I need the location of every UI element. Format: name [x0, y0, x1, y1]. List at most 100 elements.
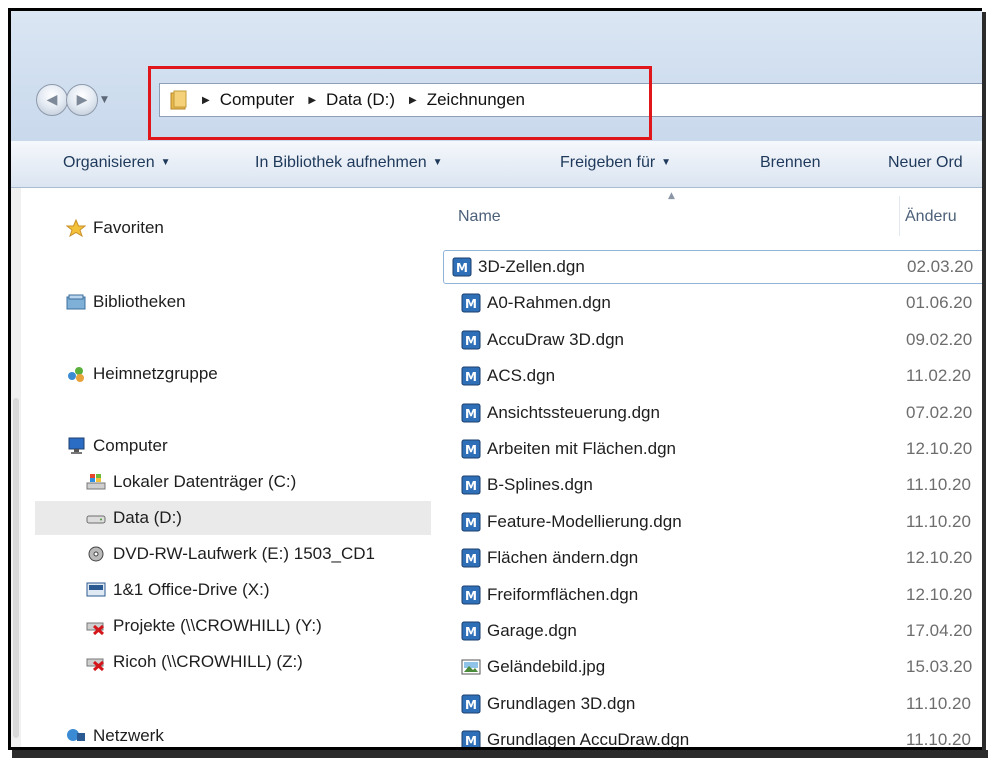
network-icon	[67, 729, 85, 741]
file-row[interactable]: M Garage.dgn 17.04.20	[453, 614, 982, 648]
network-drive-icon	[86, 582, 106, 597]
svg-text:M: M	[465, 443, 477, 457]
navigation-pane: Favoriten Bibliotheken Heimnetzgruppe Co…	[11, 188, 431, 747]
column-header-name[interactable]: Name	[458, 208, 501, 226]
svg-text:M: M	[465, 734, 477, 748]
recent-pages-dropdown-icon[interactable]: ▼	[101, 95, 108, 105]
svg-text:M: M	[465, 625, 477, 639]
file-name: Grundlagen AccuDraw.dgn	[487, 730, 690, 749]
file-row[interactable]: M B-Splines.dgn 11.10.20	[453, 468, 982, 502]
file-name: Garage.dgn	[487, 621, 577, 640]
svg-text:M: M	[465, 407, 477, 421]
file-row[interactable]: M Flächen ändern.dgn 12.10.20	[453, 541, 982, 575]
file-row[interactable]: M Grundlagen 3D.dgn 11.10.20	[453, 687, 982, 721]
column-header-date[interactable]: Änderu	[905, 208, 957, 226]
file-date: 17.04.20	[906, 621, 973, 640]
back-arrow-icon: ◀	[46, 92, 58, 108]
file-date: 12.10.20	[906, 585, 973, 604]
dgn-file-icon: M	[461, 366, 481, 386]
disconnected-drive-icon	[86, 658, 104, 671]
nav-item-favorites[interactable]: Favoriten	[66, 218, 164, 238]
dgn-file-icon: M	[461, 293, 481, 313]
file-row[interactable]: M Feature-Modellierung.dgn 11.10.20	[453, 505, 982, 539]
file-name: Freiformflächen.dgn	[487, 585, 639, 604]
dgn-file-icon: M	[461, 403, 481, 423]
dgn-file-icon: M	[461, 475, 481, 495]
nav-item-drive-d[interactable]: Data (D:)	[35, 501, 431, 535]
nav-item-drive-c[interactable]: Lokaler Datenträger (C:)	[86, 472, 296, 492]
sort-ascending-icon: ▲	[668, 191, 675, 201]
file-name: Arbeiten mit Flächen.dgn	[487, 439, 676, 458]
file-name: B-Splines.dgn	[487, 475, 593, 494]
svg-text:M: M	[465, 516, 477, 530]
dvd-drive-icon	[88, 546, 104, 562]
column-header: ▲ Name Änderu	[431, 188, 982, 243]
file-row[interactable]: M A0-Rahmen.dgn 01.06.20	[453, 286, 982, 320]
svg-text:M: M	[456, 261, 468, 275]
dgn-file-icon: M	[461, 621, 481, 641]
file-row[interactable]: M ACS.dgn 11.02.20	[453, 359, 982, 393]
new-folder-button[interactable]: Neuer Ord	[888, 154, 963, 172]
file-list: ▲ Name Änderu M 3D-Zellen.dgn 02.03.20 M A0-…	[431, 188, 982, 749]
dgn-file-icon: M	[461, 694, 481, 714]
nav-scrollbar-thumb[interactable]	[13, 398, 19, 738]
dgn-file-icon: M	[461, 548, 481, 568]
file-row[interactable]: M Freiformflächen.dgn 12.10.20	[453, 578, 982, 612]
nav-item-drive-z[interactable]: Ricoh (\\CROWHILL) (Z:)	[86, 652, 303, 672]
file-row[interactable]: M Grundlagen AccuDraw.dgn 11.10.20	[453, 723, 982, 749]
nav-item-drive-y[interactable]: Projekte (\\CROWHILL) (Y:)	[86, 616, 322, 636]
file-row[interactable]: M AccuDraw 3D.dgn 09.02.20	[453, 323, 982, 357]
dgn-file-icon: M	[452, 257, 472, 277]
column-divider[interactable]	[899, 196, 900, 236]
back-button[interactable]: ◀	[36, 84, 68, 116]
drive-z-label: Ricoh (\\CROWHILL) (Z:)	[113, 652, 303, 671]
forward-arrow-icon: ▶	[76, 92, 88, 108]
file-row[interactable]: M Arbeiten mit Flächen.dgn 12.10.20	[453, 432, 982, 466]
file-name: Grundlagen 3D.dgn	[487, 694, 636, 713]
file-date: 11.10.20	[906, 475, 971, 494]
file-name: A0-Rahmen.dgn	[487, 293, 611, 312]
nav-item-homegroup[interactable]: Heimnetzgruppe	[66, 364, 218, 384]
file-date: 12.10.20	[906, 439, 973, 458]
library-icon	[66, 294, 86, 310]
nav-item-drive-x[interactable]: 1&1 Office-Drive (X:)	[86, 580, 270, 600]
computer-label: Computer	[93, 436, 168, 455]
command-toolbar: Organisieren ▼ In Bibliothek aufnehmen ▼ F…	[11, 141, 982, 188]
svg-text:M: M	[465, 370, 477, 384]
nav-item-network[interactable]: Netzwerk	[66, 726, 164, 746]
dgn-file-icon: M	[461, 730, 481, 748]
chevron-down-icon: ▼	[432, 157, 443, 169]
forward-button[interactable]: ▶	[66, 84, 98, 116]
file-name: 3D-Zellen.dgn	[478, 257, 585, 276]
file-name: Feature-Modellierung.dgn	[487, 512, 682, 531]
dgn-file-icon: M	[461, 512, 481, 532]
file-row[interactable]: Geländebild.jpg 15.03.20	[453, 650, 982, 684]
nav-item-libraries[interactable]: Bibliotheken	[66, 292, 186, 312]
star-icon	[66, 219, 86, 237]
nav-scrollbar[interactable]	[11, 188, 21, 747]
include-in-library-button[interactable]: In Bibliothek aufnehmen ▼	[255, 154, 443, 172]
dgn-file-icon: M	[461, 439, 481, 459]
drive-e-label: DVD-RW-Laufwerk (E:) 1503_CD1	[113, 544, 376, 563]
svg-text:M: M	[465, 479, 477, 493]
disconnected-drive-icon	[86, 622, 104, 635]
file-row[interactable]: M Ansichtssteuerung.dgn 07.02.20	[453, 396, 982, 430]
explorer-window: ◀ ▶ ▼ ▶ Computer ▶ Data (D:) ▶ Zeichnung…	[8, 8, 982, 750]
burn-button[interactable]: Brennen	[760, 154, 821, 172]
windows-drive-icon	[86, 474, 106, 490]
svg-text:M: M	[465, 297, 477, 311]
share-with-button[interactable]: Freigeben für ▼	[560, 154, 671, 172]
organize-button[interactable]: Organisieren ▼	[63, 154, 171, 172]
file-date: 11.02.20	[906, 366, 971, 385]
nav-item-computer[interactable]: Computer	[66, 436, 168, 456]
nav-item-drive-e[interactable]: DVD-RW-Laufwerk (E:) 1503_CD1	[86, 544, 375, 564]
network-label: Netzwerk	[93, 726, 164, 745]
file-row[interactable]: M 3D-Zellen.dgn 02.03.20	[443, 250, 982, 284]
homegroup-label: Heimnetzgruppe	[93, 364, 218, 383]
chevron-down-icon: ▼	[160, 157, 171, 169]
red-highlight-box	[148, 66, 652, 140]
svg-text:M: M	[465, 698, 477, 712]
file-date: 11.10.20	[906, 730, 971, 749]
homegroup-icon	[68, 367, 84, 382]
chevron-down-icon: ▼	[661, 157, 672, 169]
